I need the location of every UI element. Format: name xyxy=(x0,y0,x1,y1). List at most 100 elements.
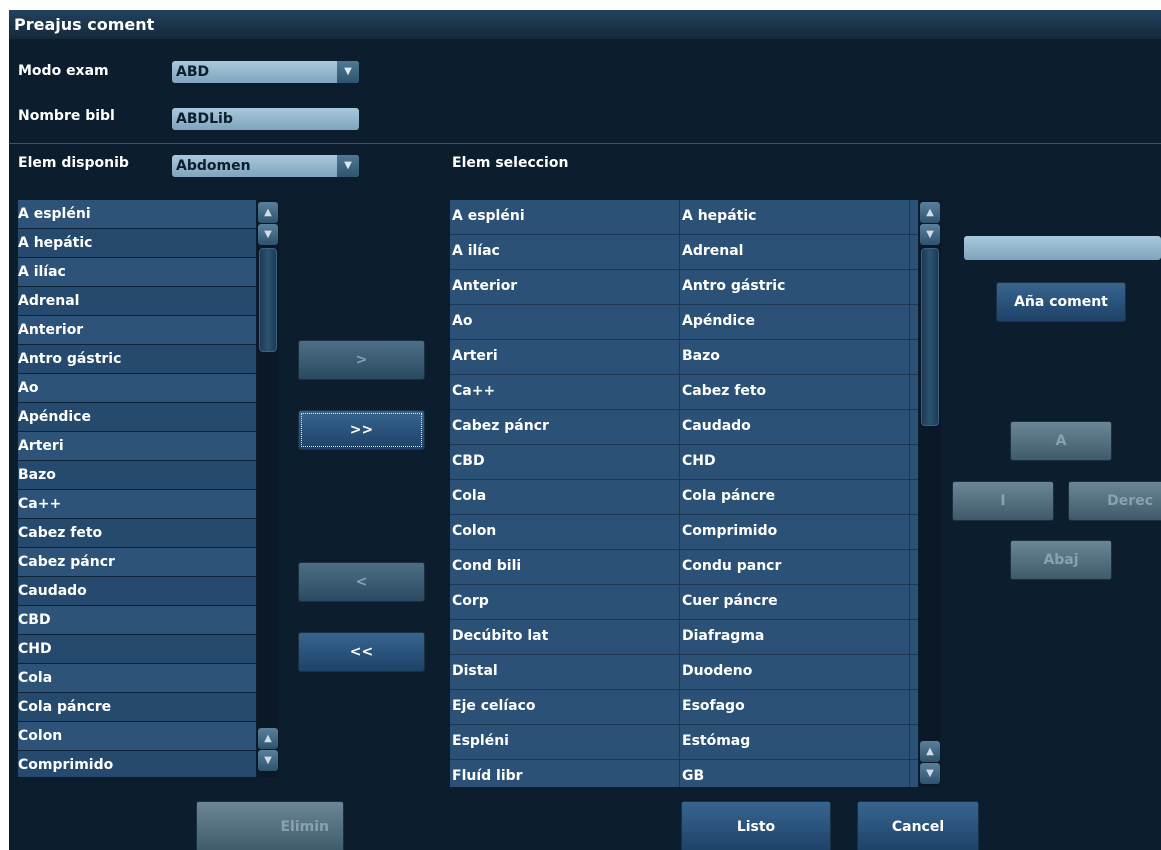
selected-item[interactable]: Comprimido xyxy=(680,515,910,549)
selected-list-scrollbar[interactable]: ▲ ▼ ▲ ▼ xyxy=(919,200,941,787)
dialog-title: Preajus coment xyxy=(9,10,1161,39)
list-item[interactable]: CBD xyxy=(18,606,256,635)
delete-button[interactable]: Elimin xyxy=(196,801,344,850)
list-item[interactable]: Ca++ xyxy=(18,490,256,519)
selected-item[interactable]: CBD xyxy=(450,445,680,479)
table-row: A espléni A hepátic xyxy=(450,200,918,235)
list-item[interactable]: A ilíac xyxy=(18,258,256,287)
list-item[interactable]: Cabez feto xyxy=(18,519,256,548)
selected-item[interactable]: A ilíac xyxy=(450,235,680,269)
comment-input[interactable] xyxy=(964,236,1161,260)
remove-all-button[interactable]: << xyxy=(298,632,425,672)
selected-item[interactable]: Condu pancr xyxy=(680,550,910,584)
table-row: Anterior Antro gástric xyxy=(450,270,918,305)
selected-item[interactable]: Caudado xyxy=(680,410,910,444)
table-row: Ca++ Cabez feto xyxy=(450,375,918,410)
selected-item[interactable]: A espléni xyxy=(450,200,680,234)
selected-item[interactable]: Antro gástric xyxy=(680,270,910,304)
add-all-button[interactable]: >> xyxy=(298,410,425,450)
selected-item[interactable]: Fluíd libr xyxy=(450,760,680,787)
list-item[interactable]: Comprimido xyxy=(18,751,256,777)
list-item[interactable]: CHD xyxy=(18,635,256,664)
move-left-button[interactable]: I xyxy=(952,481,1054,521)
scroll-down-icon[interactable]: ▼ xyxy=(920,763,940,784)
selected-item[interactable]: Cabez feto xyxy=(680,375,910,409)
list-item[interactable]: Apéndice xyxy=(18,403,256,432)
selected-items-list[interactable]: A espléni A hepátic A ilíac Adrenal Anterior… xyxy=(450,200,918,787)
list-item[interactable]: Cola xyxy=(18,664,256,693)
exam-mode-value: ABD xyxy=(176,64,210,80)
scroll-down-icon[interactable]: ▼ xyxy=(920,224,940,245)
add-comment-button[interactable]: Aña coment xyxy=(996,282,1126,322)
scroll-down-icon[interactable]: ▼ xyxy=(258,224,278,245)
scroll-up-icon[interactable]: ▲ xyxy=(258,202,278,223)
chevron-down-icon[interactable]: ▼ xyxy=(337,61,359,83)
selected-item[interactable]: Diafragma xyxy=(680,620,910,654)
selected-item[interactable]: Esofago xyxy=(680,690,910,724)
scroll-up-icon[interactable]: ▲ xyxy=(258,728,278,749)
selected-item[interactable]: Anterior xyxy=(450,270,680,304)
list-item[interactable]: Cola páncre xyxy=(18,693,256,722)
selected-item[interactable]: Decúbito lat xyxy=(450,620,680,654)
chevron-down-icon[interactable]: ▼ xyxy=(337,155,359,177)
selected-item[interactable]: CHD xyxy=(680,445,910,479)
library-name-label: Nombre bibl xyxy=(18,108,115,124)
selected-item[interactable]: A hepátic xyxy=(680,200,910,234)
list-item[interactable]: Cabez páncr xyxy=(18,548,256,577)
list-item[interactable]: A hepátic xyxy=(18,229,256,258)
selected-item[interactable]: Espléni xyxy=(450,725,680,759)
selected-item[interactable]: Cabez páncr xyxy=(450,410,680,444)
exam-mode-select[interactable]: ABD ▼ xyxy=(172,61,359,83)
move-down-button[interactable]: Abaj xyxy=(1010,540,1112,580)
selected-item[interactable]: Colon xyxy=(450,515,680,549)
category-value: Abdomen xyxy=(176,158,251,174)
move-up-button[interactable]: A xyxy=(1010,421,1112,461)
selected-item[interactable]: Ao xyxy=(450,305,680,339)
list-item[interactable]: Bazo xyxy=(18,461,256,490)
selected-item[interactable]: Adrenal xyxy=(680,235,910,269)
selected-item[interactable]: Cola páncre xyxy=(680,480,910,514)
list-item[interactable]: A espléni xyxy=(18,200,256,229)
available-list-scrollbar[interactable]: ▲ ▼ ▲ ▼ xyxy=(257,200,279,777)
table-row: CBD CHD xyxy=(450,445,918,480)
done-button[interactable]: Listo xyxy=(681,801,831,850)
selected-item[interactable]: Cuer páncre xyxy=(680,585,910,619)
selected-item[interactable]: Distal xyxy=(450,655,680,689)
selected-item[interactable]: Cola xyxy=(450,480,680,514)
library-name-input[interactable]: ABDLib xyxy=(172,108,359,130)
selected-item[interactable]: Apéndice xyxy=(680,305,910,339)
scroll-thumb[interactable] xyxy=(921,248,939,426)
selected-item[interactable]: Ca++ xyxy=(450,375,680,409)
selected-item[interactable]: Bazo xyxy=(680,340,910,374)
table-row: Fluíd libr GB xyxy=(450,760,918,787)
list-item[interactable]: Caudado xyxy=(18,577,256,606)
add-one-button[interactable]: > xyxy=(298,340,425,380)
table-row: Corp Cuer páncre xyxy=(450,585,918,620)
remove-one-button[interactable]: < xyxy=(298,562,425,602)
list-item[interactable]: Adrenal xyxy=(18,287,256,316)
list-item[interactable]: Ao xyxy=(18,374,256,403)
category-select[interactable]: Abdomen ▼ xyxy=(172,155,359,177)
list-item[interactable]: Arteri xyxy=(18,432,256,461)
selected-item[interactable]: Estómag xyxy=(680,725,910,759)
list-item[interactable]: Anterior xyxy=(18,316,256,345)
scroll-thumb[interactable] xyxy=(259,248,277,352)
table-row: Decúbito lat Diafragma xyxy=(450,620,918,655)
selected-item[interactable]: GB xyxy=(680,760,910,787)
cancel-button[interactable]: Cancel xyxy=(857,801,979,850)
table-row: Ao Apéndice xyxy=(450,305,918,340)
selected-item[interactable]: Eje celíaco xyxy=(450,690,680,724)
selected-item[interactable]: Duodeno xyxy=(680,655,910,689)
selected-item[interactable]: Cond bili xyxy=(450,550,680,584)
list-item[interactable]: Colon xyxy=(18,722,256,751)
selected-item[interactable]: Arteri xyxy=(450,340,680,374)
selected-items-label: Elem seleccion xyxy=(452,155,569,171)
list-item[interactable]: Antro gástric xyxy=(18,345,256,374)
selected-item[interactable]: Corp xyxy=(450,585,680,619)
available-items-list[interactable]: A espléni A hepátic A ilíac Adrenal Anterior… xyxy=(18,200,256,777)
available-items-label: Elem disponib xyxy=(18,155,129,171)
scroll-down-icon[interactable]: ▼ xyxy=(258,750,278,771)
move-right-button[interactable]: Derec xyxy=(1068,481,1161,521)
scroll-up-icon[interactable]: ▲ xyxy=(920,202,940,223)
scroll-up-icon[interactable]: ▲ xyxy=(920,741,940,762)
